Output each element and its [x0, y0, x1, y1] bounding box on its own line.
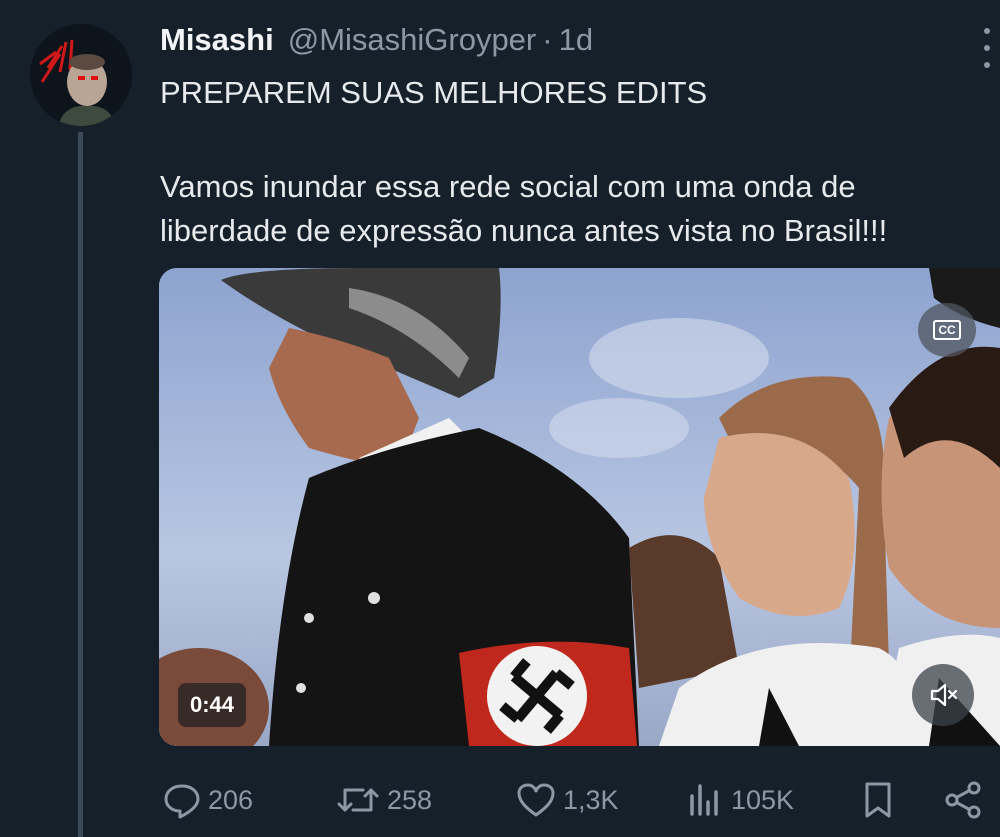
tweet-text-line: Vamos inundar essa rede social com uma o…: [160, 169, 856, 204]
more-dot: [984, 62, 990, 68]
video-duration: 0:44: [178, 683, 247, 727]
avatar[interactable]: [30, 24, 132, 126]
handle[interactable]: @MisashiGroyper: [288, 22, 537, 58]
video-frame: [159, 268, 1000, 746]
repost-icon: [337, 788, 379, 812]
reply-icon: [164, 784, 200, 819]
like-count: 1,3K: [563, 784, 619, 815]
views-count: 105K: [731, 784, 795, 815]
captions-button[interactable]: CC: [918, 303, 976, 357]
tweet-text-line: PREPAREM SUAS MELHORES EDITS: [160, 75, 708, 110]
display-name[interactable]: Misashi: [160, 22, 274, 58]
more-icon[interactable]: [978, 28, 996, 68]
like-icon: [517, 783, 555, 817]
tweet: Misashi @MisashiGroyper · 1d PREPAREM SU…: [0, 0, 1000, 837]
views-icon: [690, 784, 718, 816]
tweet-text-line: liberdade de expressão nunca antes vista…: [160, 213, 888, 248]
bookmark-icon: [865, 782, 891, 818]
reply-count: 206: [208, 784, 254, 815]
video-player[interactable]: [159, 268, 1000, 746]
more-dot: [984, 28, 990, 34]
reply-button[interactable]: 206: [162, 780, 253, 820]
timestamp[interactable]: 1d: [559, 22, 593, 58]
more-dot: [984, 45, 990, 51]
bookmark-button[interactable]: [860, 780, 896, 820]
views-button[interactable]: 105K: [685, 780, 794, 820]
like-button[interactable]: 1,3K: [515, 780, 619, 820]
share-button[interactable]: [944, 780, 984, 820]
repost-count: 258: [387, 784, 433, 815]
mute-button[interactable]: [912, 664, 974, 726]
tweet-header: Misashi @MisashiGroyper · 1d: [160, 22, 593, 58]
mute-icon: [930, 683, 958, 707]
avatar-image: [30, 24, 132, 126]
action-bar: 206 258 1,3K 105K: [0, 780, 1000, 826]
thread-line: [78, 132, 83, 837]
separator-dot: ·: [542, 22, 553, 57]
share-icon: [945, 781, 981, 819]
cc-icon: CC: [933, 320, 961, 340]
repost-button[interactable]: 258: [335, 780, 432, 820]
handle-group: @MisashiGroyper · 1d: [288, 22, 593, 58]
